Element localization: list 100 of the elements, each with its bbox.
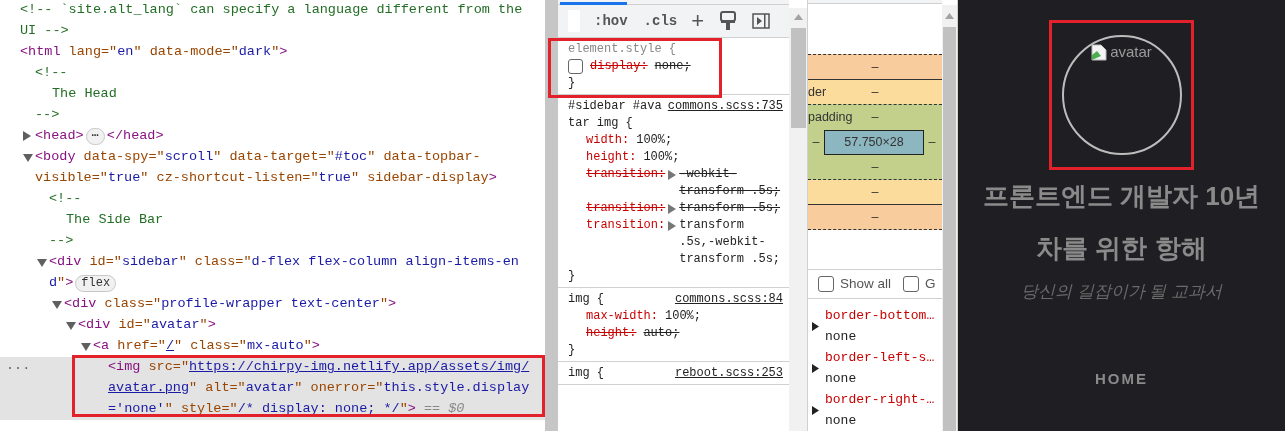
checkbox[interactable] <box>568 59 583 74</box>
checkbox[interactable] <box>903 276 920 292</box>
box-model-value: – <box>871 83 879 101</box>
box-model-value: – <box>927 133 937 151</box>
selected-row[interactable]: <img src="https://chirpy-img.netlify.app/assets/img/ ... avatar.png" alt="avatar" onerror="this.style.display ='none'" style="/* display: none; */"> == $0 <box>0 357 545 420</box>
sidebar-toggle-icon[interactable] <box>752 13 771 29</box>
property-name: transition: <box>586 200 666 217</box>
property-name: width: <box>586 132 630 149</box>
closing-brace: } <box>568 75 577 92</box>
source-link[interactable]: commons.scss:84 <box>674 291 783 308</box>
expand-arrow-icon[interactable] <box>812 322 819 331</box>
code-text: <img src=" <box>108 358 189 377</box>
css-selector: element.style { <box>568 41 678 58</box>
code-text: </head> <box>106 127 164 146</box>
css-selector: img { <box>568 291 605 308</box>
code-comment: <!-- `site.alt_lang` can specify a language different from the <box>20 1 523 20</box>
new-rule-button[interactable]: + <box>691 10 705 32</box>
code-text: <div id="avatar"> <box>78 316 216 335</box>
collapse-arrow-icon[interactable] <box>81 343 91 351</box>
property-name: border-left-s… <box>825 349 936 367</box>
property-name: transition: <box>586 166 666 183</box>
code-comment: The Head <box>52 85 117 104</box>
scrollbar[interactable] <box>789 8 807 431</box>
scrollbar-thumb[interactable] <box>790 28 806 128</box>
code-comment: --> <box>49 232 74 251</box>
property-value: none <box>825 370 858 388</box>
code-comment: UI --> <box>20 22 69 41</box>
css-selector: #sidebar #avatar img { <box>568 98 662 132</box>
scrollbar-thumb[interactable] <box>943 27 956 431</box>
collapse-arrow-icon[interactable] <box>23 154 33 162</box>
property-name: border-bottom… <box>825 307 936 325</box>
source-link[interactable]: reboot.scss:253 <box>674 365 783 382</box>
code-text: <div id="sidebar" class="d-flex flex-column align-items-en <box>49 253 519 272</box>
code-text: " alt="avatar" onerror="this.style.display <box>189 379 530 398</box>
site-subtitle: 당신의 길잡이가 될 교과서 <box>1020 281 1223 303</box>
property-name: max-width: <box>586 308 658 325</box>
property-name: display: <box>590 58 648 75</box>
css-selector: img { <box>568 365 605 382</box>
site-title: 프론트엔드 개발자 10년 차를 위한 항해 <box>981 180 1262 265</box>
expand-arrow-icon[interactable] <box>812 364 819 373</box>
code-text: <head> <box>35 127 84 146</box>
box-model-label: der <box>808 83 827 101</box>
broken-image-icon <box>1091 44 1108 61</box>
property-value: 100%; <box>636 132 674 149</box>
checkbox[interactable] <box>818 276 834 292</box>
property-value: transform .5s; <box>679 200 782 217</box>
collapse-arrow-icon[interactable] <box>52 301 62 309</box>
property-value: transform .5s,-webkit-transform .5s; <box>679 217 782 268</box>
class-toggle[interactable]: .cls <box>643 10 678 32</box>
checkbox-label: G <box>925 274 936 293</box>
url-link[interactable]: avatar.png <box>108 378 189 399</box>
code-text: <body data-spy="scroll" data-target="#toc" data-topbar- <box>35 148 481 167</box>
property-name: transition: <box>586 217 666 234</box>
box-model-value: – <box>871 58 879 76</box>
code-comment: <!-- <box>35 64 68 83</box>
code-comment: <!-- <box>49 190 82 209</box>
property-name: height: <box>586 149 637 166</box>
property-value: 100%; <box>643 149 681 166</box>
code-text: <div class="profile-wrapper text-center"> <box>64 295 397 314</box>
paint-brush-icon[interactable] <box>720 11 737 31</box>
content-box: 57.750×28 <box>824 129 924 155</box>
property-name: height: <box>586 325 637 342</box>
scrollbar[interactable] <box>545 0 558 431</box>
checkbox-label: Show all <box>840 274 892 293</box>
code-text: visible="true" cz-shortcut-listen="true" sidebar-display> <box>35 169 497 188</box>
active-tab-underline <box>560 2 627 5</box>
gutter-mark: ... <box>6 357 31 375</box>
code-text: <a href=" <box>93 337 166 356</box>
property-name: border-right-… <box>825 391 936 409</box>
property-value: none; <box>654 58 692 75</box>
expand-arrow-icon[interactable] <box>812 406 819 415</box>
property-value: 100%; <box>665 308 703 325</box>
scrollbar[interactable] <box>942 5 957 431</box>
box-model-label: padding <box>808 108 853 126</box>
box-model-value: – <box>811 133 821 151</box>
box-model-value: – <box>871 183 879 201</box>
expand-arrow-icon[interactable] <box>23 131 31 141</box>
inline-badge[interactable]: ⋯ <box>85 128 105 145</box>
image-alt-text: avatar <box>1110 42 1152 62</box>
box-model-value: – <box>871 158 879 176</box>
closing-brace: } <box>568 268 577 285</box>
hov-toggle[interactable]: :hov <box>594 10 628 32</box>
code-comment: --> <box>35 106 60 125</box>
inline-badge[interactable]: flex <box>75 275 117 292</box>
code-text: <html lang="en" data-mode="dark"> <box>20 43 288 62</box>
property-value: none <box>825 328 858 346</box>
url-link[interactable]: https://chirpy-img.netlify.app/assets/img/ <box>189 357 530 378</box>
url-link[interactable]: / <box>165 336 175 357</box>
code-text: " class="mx-auto"> <box>174 337 320 356</box>
nav-link[interactable]: HOME <box>1095 368 1148 391</box>
code-text: d"> <box>49 274 74 293</box>
collapse-arrow-icon[interactable] <box>66 322 76 330</box>
code-text: ='none'" style="/* display: none; */"> <box>108 400 416 419</box>
source-link[interactable]: commons.scss:735 <box>667 98 783 115</box>
property-value: -webkit-transform .5s; <box>679 166 782 200</box>
closing-brace: } <box>568 342 577 359</box>
collapse-arrow-icon[interactable] <box>37 259 47 267</box>
property-value: none <box>825 412 858 430</box>
box-model-value: – <box>871 208 879 226</box>
console-reference: == $0 <box>423 400 465 419</box>
